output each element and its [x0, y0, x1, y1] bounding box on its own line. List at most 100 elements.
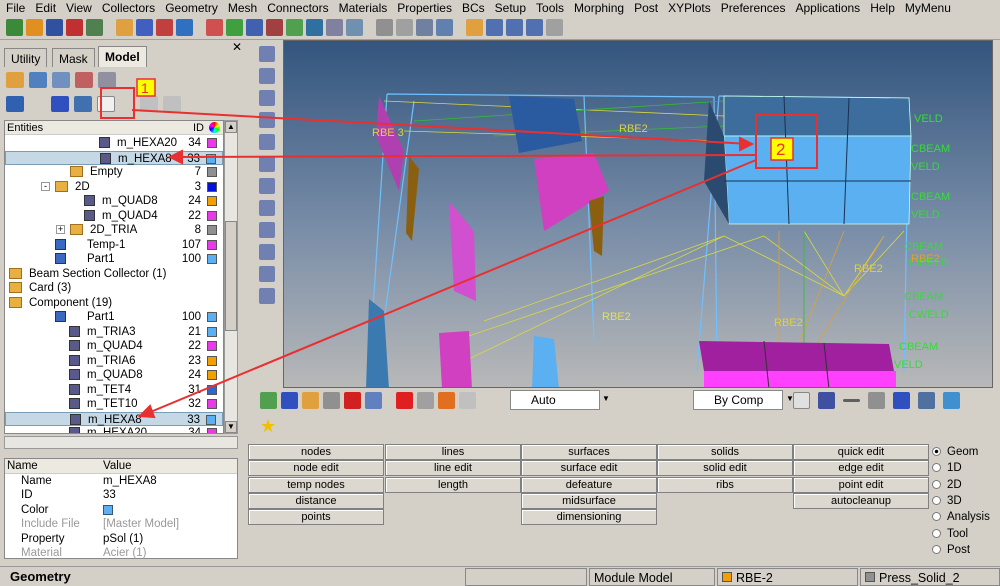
- toolbar-icon[interactable]: [546, 19, 563, 36]
- radio-post[interactable]: Post: [932, 544, 970, 556]
- view-icon[interactable]: [259, 112, 275, 128]
- toolbar-icon[interactable]: [306, 19, 323, 36]
- organize-icon[interactable]: [281, 392, 298, 409]
- color-swatch[interactable]: [103, 504, 113, 515]
- menu-properties[interactable]: Properties: [391, 0, 456, 16]
- color-swatch[interactable]: [207, 341, 217, 351]
- shaded-icon[interactable]: [818, 392, 835, 409]
- nodes-button[interactable]: nodes: [248, 444, 384, 460]
- color-swatch[interactable]: [207, 428, 217, 433]
- tree-row[interactable]: m_HEXA8 33: [5, 150, 223, 165]
- surface-icon[interactable]: [893, 392, 910, 409]
- toolbar-icon[interactable]: [26, 19, 43, 36]
- point-edit-button[interactable]: point edit: [793, 476, 929, 493]
- show-icon[interactable]: [140, 96, 158, 112]
- color-swatch[interactable]: [207, 312, 217, 322]
- radio-button[interactable]: [932, 447, 941, 456]
- tab-utility[interactable]: Utility: [4, 48, 48, 67]
- menu-collectors[interactable]: Collectors: [96, 0, 159, 16]
- close-panel-icon[interactable]: ✕: [232, 40, 242, 54]
- surface-edit-button[interactable]: surface edit: [521, 460, 657, 477]
- toolbar-icon[interactable]: [396, 19, 413, 36]
- system-icon[interactable]: [365, 392, 382, 409]
- chevron-down-icon[interactable]: ▼: [602, 394, 610, 403]
- assembly-icon[interactable]: [323, 392, 340, 409]
- monitor-icon[interactable]: [943, 392, 960, 409]
- scroll-up-icon[interactable]: ▲: [225, 121, 237, 133]
- color-swatch[interactable]: [207, 239, 217, 250]
- tree-hscrollbar[interactable]: [4, 436, 238, 449]
- menu-morphing[interactable]: Morphing: [568, 0, 628, 16]
- radio-2d[interactable]: 2D: [932, 479, 962, 491]
- menu-view[interactable]: View: [60, 0, 96, 16]
- tab-mask[interactable]: Mask: [52, 48, 95, 67]
- tree-scrollbar[interactable]: ▲ ▼: [224, 120, 238, 434]
- menu-help[interactable]: Help: [864, 0, 899, 16]
- color-swatch[interactable]: [207, 399, 217, 409]
- surfaces-button[interactable]: surfaces: [521, 444, 657, 460]
- menu-preferences[interactable]: Preferences: [715, 0, 790, 16]
- view-icon[interactable]: [259, 244, 275, 260]
- scroll-thumb[interactable]: [225, 221, 237, 331]
- color-swatch[interactable]: [206, 414, 216, 425]
- color-swatch[interactable]: [207, 384, 217, 395]
- toolbar-icon[interactable]: [486, 19, 503, 36]
- color-swatch[interactable]: [207, 225, 217, 235]
- edge-edit-button[interactable]: edge edit: [793, 460, 929, 477]
- find-icon[interactable]: [344, 392, 361, 409]
- color-swatch[interactable]: [207, 181, 217, 192]
- property-value[interactable]: [Master Model]: [103, 518, 179, 530]
- folder-icon[interactable]: [6, 72, 24, 88]
- toolbar-icon[interactable]: [266, 19, 283, 36]
- tree-row[interactable]: +2D_TRIA 8: [5, 223, 223, 237]
- part-icon[interactable]: [6, 96, 24, 112]
- mask-icon[interactable]: [417, 392, 434, 409]
- toolbar-icon[interactable]: [466, 19, 483, 36]
- tree-row[interactable]: m_TET4 31: [5, 383, 223, 397]
- assembly-icon[interactable]: [29, 72, 47, 88]
- points-button[interactable]: points: [248, 509, 384, 526]
- menu-bcs[interactable]: BCs: [456, 0, 489, 16]
- menu-setup[interactable]: Setup: [489, 0, 530, 16]
- midsurface-button[interactable]: midsurface: [521, 492, 657, 509]
- color-swatch[interactable]: [207, 355, 217, 366]
- toolbar-icon[interactable]: [226, 19, 243, 36]
- radio-analysis[interactable]: Analysis: [932, 511, 990, 523]
- view-icon[interactable]: [259, 46, 275, 62]
- radio-button[interactable]: [932, 512, 941, 522]
- hide-icon[interactable]: [163, 96, 181, 112]
- ribs-button[interactable]: ribs: [657, 476, 793, 493]
- line-icon[interactable]: [843, 399, 860, 402]
- tree-row[interactable]: Part1 100: [5, 310, 223, 324]
- menu-connectors[interactable]: Connectors: [261, 0, 332, 16]
- radio-geom[interactable]: Geom: [932, 446, 978, 458]
- tree-row[interactable]: m_TET10 32: [5, 397, 223, 411]
- current-component[interactable]: Press_Solid_2: [860, 568, 1000, 586]
- toolbar-icon[interactable]: [116, 19, 133, 36]
- tree-row[interactable]: m_QUAD8 24: [5, 194, 223, 208]
- color-swatch[interactable]: [207, 326, 217, 337]
- radio-3d[interactable]: 3D: [932, 495, 962, 507]
- color-swatch[interactable]: [207, 196, 217, 206]
- tree-row[interactable]: - 2D 3: [5, 180, 223, 194]
- color-swatch[interactable]: [207, 254, 217, 264]
- radio-button[interactable]: [932, 479, 941, 489]
- tree-row[interactable]: Empty 7: [5, 165, 223, 179]
- tree-row[interactable]: m_QUAD4 22: [5, 209, 223, 223]
- quick-edit-button[interactable]: quick edit: [793, 444, 929, 460]
- view-icon[interactable]: [259, 266, 275, 282]
- color-swatch[interactable]: [207, 370, 217, 380]
- geometry-display-select[interactable]: Auto: [510, 390, 600, 410]
- property-value[interactable]: pSol (1): [103, 533, 143, 545]
- toolbar-icon[interactable]: [66, 19, 83, 36]
- expand-icon[interactable]: +: [56, 225, 65, 234]
- toolbar-icon[interactable]: [136, 19, 153, 36]
- radio-button[interactable]: [932, 495, 941, 505]
- tree-row[interactable]: m_HEXA20 34: [5, 136, 223, 150]
- collapse-icon[interactable]: -: [41, 181, 50, 191]
- current-collector[interactable]: RBE-2: [717, 568, 858, 586]
- solids-button[interactable]: solids: [657, 444, 793, 460]
- tree-row[interactable]: m_QUAD8 24: [5, 368, 223, 382]
- delete-icon[interactable]: [98, 72, 116, 88]
- property-value[interactable]: Acier (1): [103, 547, 146, 559]
